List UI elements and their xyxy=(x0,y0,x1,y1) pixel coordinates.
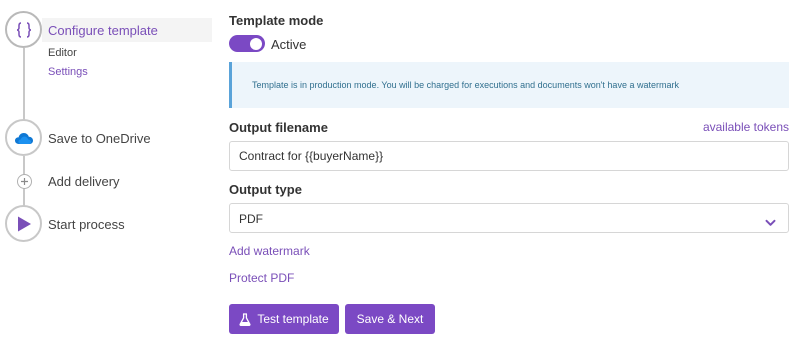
info-text: Template is in production mode. You will… xyxy=(252,80,679,90)
output-type-select[interactable]: PDF xyxy=(229,203,789,233)
chevron-down-icon xyxy=(765,214,776,232)
play-icon[interactable] xyxy=(5,205,42,242)
onedrive-cloud-icon[interactable] xyxy=(5,119,42,156)
output-type-label: Output type xyxy=(229,182,302,197)
add-watermark-link[interactable]: Add watermark xyxy=(229,244,310,258)
template-mode-toggle[interactable] xyxy=(229,35,265,52)
flask-icon xyxy=(239,312,251,326)
step-sub-editor[interactable]: Editor xyxy=(48,47,77,59)
protect-pdf-link[interactable]: Protect PDF xyxy=(229,271,294,285)
output-filename-input[interactable] xyxy=(229,141,789,171)
test-template-button[interactable]: Test template xyxy=(229,304,339,334)
toggle-state-label: Active xyxy=(271,37,307,52)
step-add-delivery[interactable]: Add delivery xyxy=(48,174,120,189)
step-configure-template[interactable]: Configure template xyxy=(48,23,158,38)
save-next-button[interactable]: Save & Next xyxy=(345,304,435,334)
production-mode-info: Template is in production mode. You will… xyxy=(229,62,789,108)
output-type-value: PDF xyxy=(239,212,263,226)
step-rail: Configure template Editor Settings Save … xyxy=(0,0,215,347)
step-start-process[interactable]: Start process xyxy=(48,217,125,232)
rail-connector xyxy=(23,48,25,120)
plus-icon[interactable] xyxy=(17,174,32,189)
template-mode-label: Template mode xyxy=(229,13,324,28)
test-template-label: Test template xyxy=(257,312,329,326)
output-filename-label: Output filename xyxy=(229,120,328,135)
toggle-knob xyxy=(250,37,262,50)
step-save-to-onedrive[interactable]: Save to OneDrive xyxy=(48,131,151,146)
available-tokens-link[interactable]: available tokens xyxy=(703,120,789,134)
save-next-label: Save & Next xyxy=(356,312,424,326)
braces-icon[interactable] xyxy=(5,11,42,48)
step-sub-settings[interactable]: Settings xyxy=(48,66,88,78)
